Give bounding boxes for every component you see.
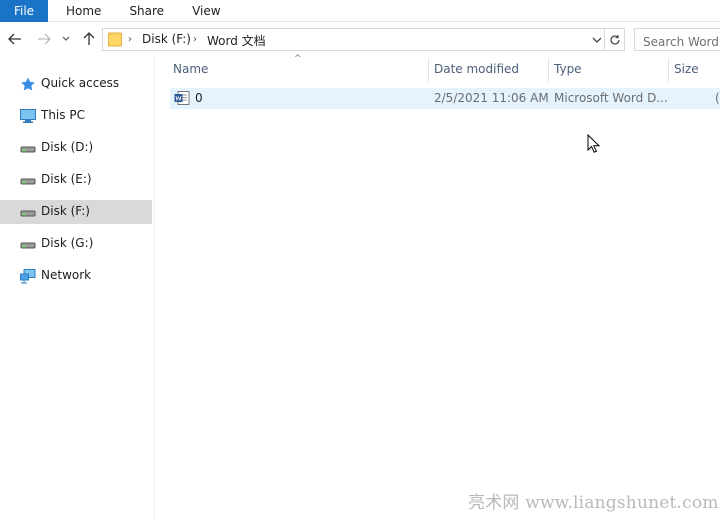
file-type: Microsoft Word D... [554,91,668,105]
back-button[interactable] [6,30,24,48]
up-arrow-icon [83,32,95,45]
chevron-down-icon [62,36,70,41]
sidebar-item-this-pc[interactable]: This PC [0,104,152,128]
up-button[interactable] [80,30,98,48]
table-row[interactable]: 0 2/5/2021 11:06 AM Microsoft Word D... … [170,88,720,109]
address-dropdown-icon[interactable] [590,33,604,47]
sidebar-item-disk-f[interactable]: Disk (F:) [0,200,152,224]
navigation-bar: › Disk (F:) › Word 文档 Search Word 文档 [0,22,720,56]
computer-icon [20,109,36,123]
star-icon [21,77,35,91]
recent-locations-button[interactable] [59,30,73,48]
sidebar-item-label: Quick access [41,76,120,90]
sidebar-item-disk-g[interactable]: Disk (G:) [0,232,152,256]
forward-button[interactable] [35,30,53,48]
column-header-date-modified[interactable]: Date modified [428,56,548,84]
forward-arrow-icon [38,33,51,45]
refresh-button[interactable] [605,28,625,51]
drive-icon [20,178,36,185]
navigation-pane: Quick access This PC Disk (D:) Disk (E:)… [0,56,155,520]
breadcrumb-word-folder[interactable]: Word 文档 [207,32,266,49]
column-header-label: Date modified [434,62,520,76]
column-header-name[interactable]: Name [167,56,428,84]
sidebar-item-label: This PC [41,108,85,122]
watermark: 亮术网 www.liangshunet.com [468,493,719,513]
search-placeholder: Search Word 文档 [643,35,720,49]
file-name: 0 [195,91,203,105]
network-icon [20,269,36,284]
address-bar[interactable]: › Disk (F:) › Word 文档 [102,28,605,51]
breadcrumb-chevron-icon: › [193,34,197,45]
sidebar-item-label: Disk (G:) [41,236,94,250]
tab-view[interactable]: View [178,0,234,22]
sidebar-item-label: Disk (E:) [41,172,92,186]
folder-icon [108,32,122,47]
file-size: ( [715,91,720,105]
column-header-label: Name [173,62,209,76]
tab-file[interactable]: File [0,0,48,22]
column-header-size[interactable]: Size [668,56,720,84]
sidebar-item-disk-d[interactable]: Disk (D:) [0,136,152,160]
sidebar-item-disk-e[interactable]: Disk (E:) [0,168,152,192]
sidebar-item-quick-access[interactable]: Quick access [0,72,152,96]
refresh-icon [609,34,620,45]
file-date-modified: 2/5/2021 11:06 AM [434,91,549,105]
drive-icon [20,146,36,153]
breadcrumb-disk-f[interactable]: Disk (F:) [142,32,191,46]
column-header-label: Type [554,62,582,76]
drive-icon [20,242,36,249]
back-arrow-icon [8,33,21,45]
sidebar-item-label: Disk (F:) [41,204,90,218]
file-list: ^ Name Date modified Type Size 0 2/5/202… [156,54,720,520]
sidebar-item-label: Disk (D:) [41,140,94,154]
breadcrumb-chevron-icon: › [128,34,132,45]
tab-home[interactable]: Home [48,0,115,22]
tab-share[interactable]: Share [115,0,178,22]
mouse-cursor-icon [587,134,601,153]
column-header-label: Size [674,62,699,76]
search-box[interactable]: Search Word 文档 [634,28,720,51]
drive-icon [20,210,36,217]
word-document-icon [174,91,190,105]
column-header-type[interactable]: Type [548,56,668,84]
sidebar-item-network[interactable]: Network [0,264,152,288]
ribbon-tabs: File Home Share View [0,0,720,22]
sidebar-item-label: Network [41,268,92,282]
